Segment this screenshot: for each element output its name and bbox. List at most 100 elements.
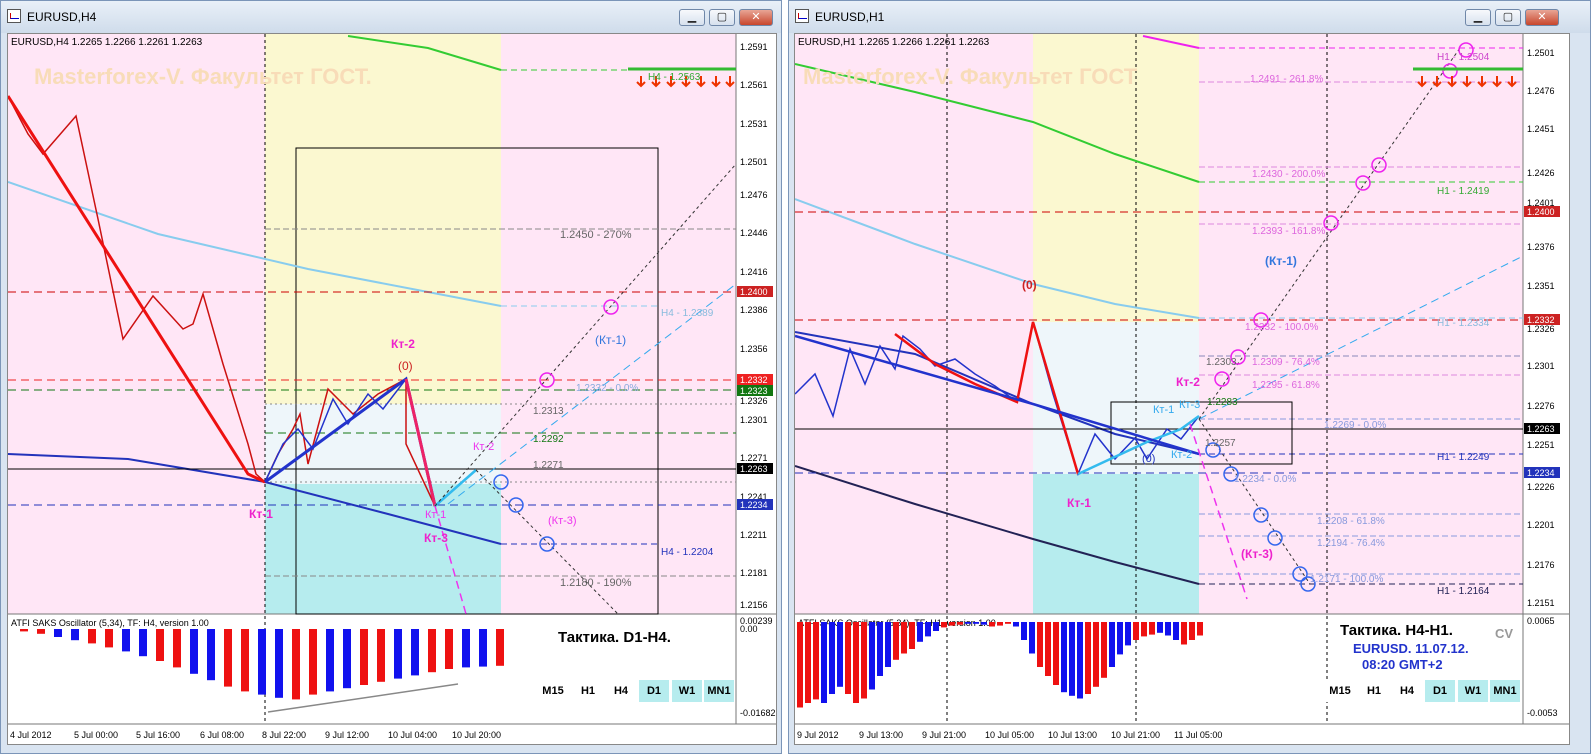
maximize-button[interactable]: ▢: [1495, 9, 1521, 26]
svg-text:1.2531: 1.2531: [740, 119, 768, 129]
oscillator-bar: [965, 622, 971, 624]
svg-text:1.2271: 1.2271: [740, 453, 768, 463]
svg-text:1.2251: 1.2251: [1527, 440, 1555, 450]
svg-text:1.2351: 1.2351: [1527, 281, 1555, 291]
label-0pct: 1.2269 - 0.0%: [1324, 420, 1386, 431]
svg-text:1.2476: 1.2476: [1527, 86, 1555, 96]
right-chart-svg[interactable]: EURUSD,H1 1.2265 1.2266 1.2261 1.2263 Ma…: [795, 34, 1569, 744]
svg-text:1.2356: 1.2356: [740, 344, 768, 354]
tf-button-mn1[interactable]: MN1: [704, 680, 734, 702]
svg-text:1.2301: 1.2301: [1527, 361, 1555, 371]
close-button[interactable]: ✕: [1525, 9, 1559, 26]
right-chart-window[interactable]: EURUSD,H1 ▁ ▢ ✕ EURUSD,H1 1.2265 1.2266 …: [788, 0, 1591, 754]
svg-text:1.2476: 1.2476: [740, 190, 768, 200]
svg-text:1.2561: 1.2561: [740, 80, 768, 90]
label-kt1-small: Кт-1: [425, 509, 446, 521]
svg-text:10 Jul 20:00: 10 Jul 20:00: [452, 730, 501, 740]
osc-axis-zero: 0.00: [740, 624, 758, 634]
label-h4-1.2389: H4 - 1.2389: [661, 308, 714, 319]
left-chart-svg[interactable]: EURUSD,H4 1.2265 1.2266 1.2261 1.2263 Ma…: [8, 34, 776, 744]
right-titlebar[interactable]: EURUSD,H1 ▁ ▢ ✕: [789, 1, 1590, 33]
oscillator-bar: [1069, 622, 1075, 696]
tf-button-w1[interactable]: W1: [672, 680, 702, 702]
tf-button-w1[interactable]: W1: [1458, 680, 1488, 702]
svg-text:1.2451: 1.2451: [1527, 124, 1555, 134]
oscillator-bar: [1133, 622, 1139, 640]
left-window-title: EURUSD,H4: [27, 10, 97, 24]
tf-button-m15[interactable]: M15: [1325, 680, 1355, 702]
tactic-title: Тактика. D1-H4.: [558, 629, 671, 646]
label-76.4b: 1.2194 - 76.4%: [1317, 538, 1385, 549]
svg-text:1.2181: 1.2181: [740, 568, 768, 578]
tf-button-mn1[interactable]: MN1: [1490, 680, 1520, 702]
close-button[interactable]: ✕: [739, 9, 773, 26]
oscillator-bar: [275, 629, 283, 698]
svg-text:1.2400: 1.2400: [740, 287, 768, 297]
chart-window-icon: [7, 9, 21, 23]
label-100b: 1.2171 - 100.0%: [1310, 574, 1383, 585]
left-chart-area[interactable]: EURUSD,H4 1.2265 1.2266 1.2261 1.2263 Ma…: [7, 33, 777, 745]
svg-text:1.2386: 1.2386: [740, 305, 768, 315]
oscillator-bar: [1061, 622, 1067, 693]
oscillator-bar: [829, 622, 835, 694]
oscillator-bar: [797, 622, 803, 708]
left-chart-window[interactable]: EURUSD,H4 ▁ ▢ ✕ EURUSD,H4 1.2265 1.2266 …: [0, 0, 782, 754]
label-1.2292: 1.2292: [533, 434, 564, 445]
label-kt1-paren: (Кт-1): [595, 333, 626, 347]
label-0pct: 1.2332 - 0.0%: [576, 383, 638, 394]
oscillator-bar: [462, 629, 470, 668]
tf-button-h1[interactable]: H1: [573, 680, 603, 702]
right-chart-area[interactable]: EURUSD,H1 1.2265 1.2266 1.2261 1.2263 Ma…: [794, 33, 1570, 745]
label-h4-1.2204: H4 - 1.2204: [661, 547, 714, 558]
chart-window-icon: [795, 9, 809, 23]
tf-button-d1[interactable]: D1: [1425, 680, 1455, 702]
oscillator-bar: [1053, 622, 1059, 685]
svg-text:1.2400: 1.2400: [1527, 207, 1555, 217]
oscillator-bar: [88, 629, 96, 644]
oscillator-bar: [1021, 622, 1027, 640]
svg-text:1.2376: 1.2376: [1527, 242, 1555, 252]
tf-button-h4[interactable]: H4: [606, 680, 636, 702]
oscillator-bar: [1157, 622, 1163, 633]
oscillator-bar: [1189, 622, 1195, 640]
label-kt2-small: Кт-2: [1171, 449, 1192, 461]
svg-text:1.2332: 1.2332: [740, 375, 768, 385]
label-1.2313: 1.2313: [533, 406, 564, 417]
tf-button-h4[interactable]: H4: [1392, 680, 1422, 702]
oscillator-bar: [949, 622, 955, 626]
oscillator-bar: [869, 622, 875, 690]
watermark: Masterforex-V. Факультет ГОСТ.: [34, 64, 372, 89]
oscillator-bar: [292, 629, 300, 700]
svg-text:5 Jul 16:00: 5 Jul 16:00: [136, 730, 180, 740]
oscillator-bar: [258, 629, 266, 695]
osc-axis-bottom: -0.0053: [1527, 708, 1558, 718]
svg-text:1.2234: 1.2234: [1527, 468, 1555, 478]
oscillator-bar: [1029, 622, 1035, 654]
oscillator-bar: [989, 622, 995, 627]
tf-button-h1[interactable]: H1: [1359, 680, 1389, 702]
oscillator-bar: [1045, 622, 1051, 676]
svg-text:10 Jul 04:00: 10 Jul 04:00: [388, 730, 437, 740]
label-kt1: Кт-1: [1067, 496, 1091, 510]
cyan-zone: [1033, 474, 1199, 614]
minimize-button[interactable]: ▁: [679, 9, 705, 26]
label-kt3-paren: (Кт-3): [548, 515, 577, 527]
oscillator-bar: [981, 622, 987, 625]
oscillator-bar: [428, 629, 436, 673]
label-61.8: 1.2295 - 61.8%: [1252, 380, 1320, 391]
label-1.2271: 1.2271: [533, 460, 564, 471]
label-200: 1.2430 - 200.0%: [1252, 169, 1325, 180]
oscillator-bar: [37, 629, 45, 634]
minimize-button[interactable]: ▁: [1465, 9, 1491, 26]
cyan-zone: [265, 484, 501, 614]
oscillator-bar: [105, 629, 113, 648]
tactic-title: Тактика. H4-H1.: [1340, 622, 1453, 639]
svg-text:6 Jul 08:00: 6 Jul 08:00: [200, 730, 244, 740]
tf-button-d1[interactable]: D1: [639, 680, 669, 702]
tf-button-m15[interactable]: M15: [538, 680, 568, 702]
maximize-button[interactable]: ▢: [709, 9, 735, 26]
osc-axis-top: 0.0065: [1527, 616, 1555, 626]
left-titlebar[interactable]: EURUSD,H4 ▁ ▢ ✕: [1, 1, 781, 33]
svg-text:1.2263: 1.2263: [740, 464, 768, 474]
oscillator-bar: [224, 629, 232, 687]
